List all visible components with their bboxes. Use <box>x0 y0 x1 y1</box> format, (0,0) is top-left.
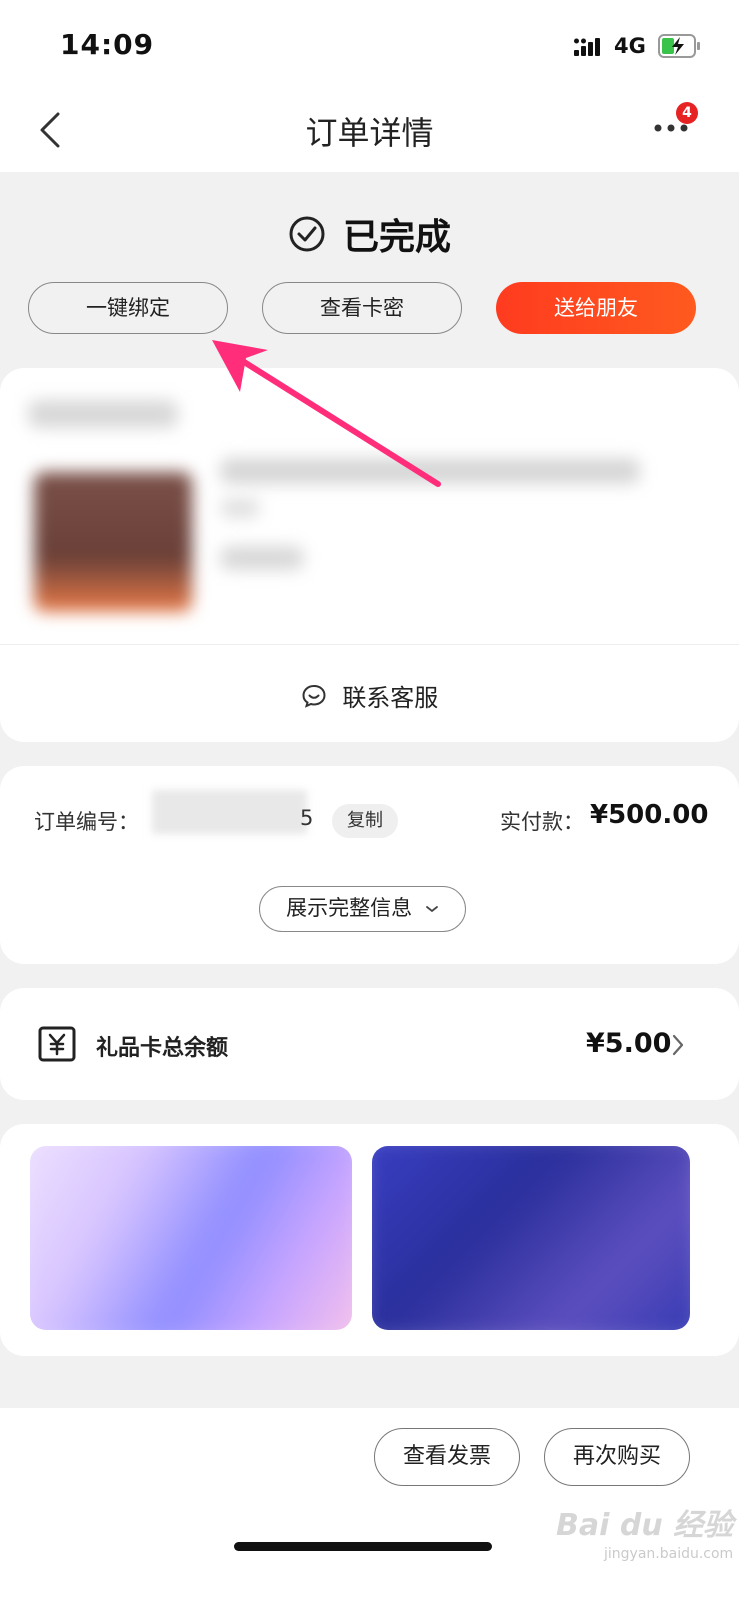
gift-card-label: 礼品卡总余额 <box>96 1036 229 1061</box>
status-bar: 14:09 4G <box>0 0 739 90</box>
battery-charging-icon <box>658 34 700 58</box>
contact-service-label: 联系客服 <box>342 684 439 712</box>
yuan-box-icon <box>38 1026 76 1062</box>
product-image-blurred[interactable] <box>34 472 192 612</box>
chevron-right-icon[interactable] <box>670 1032 686 1058</box>
view-invoice-button[interactable]: 查看发票 <box>374 1428 520 1486</box>
network-type: 4G <box>614 34 646 58</box>
paid-label: 实付款： <box>500 810 584 834</box>
gift-card-balance: ¥5.00 <box>586 1028 672 1059</box>
order-info-card <box>0 766 739 964</box>
page-title: 订单详情 <box>305 114 434 152</box>
product-subtitle-blurred <box>220 498 260 518</box>
product-title-blurred[interactable] <box>220 458 640 484</box>
divider <box>0 644 739 645</box>
order-number-label: 订单编号： <box>34 810 139 834</box>
signal-icon <box>574 38 600 56</box>
rebuy-button[interactable]: 再次购买 <box>544 1428 690 1486</box>
check-circle-icon <box>289 216 325 252</box>
paid-amount: ¥500.00 <box>590 800 709 830</box>
chevron-down-icon <box>425 906 438 913</box>
send-friend-button[interactable]: 送给朋友 <box>496 282 696 334</box>
notification-badge: 4 <box>676 102 698 124</box>
order-number-blurred <box>152 790 307 834</box>
view-card-button[interactable]: 查看卡密 <box>262 282 462 334</box>
order-number-tail: 5 <box>300 806 314 830</box>
expand-info-button[interactable]: 展示完整信息 <box>259 886 466 932</box>
shop-name-blurred <box>28 400 178 428</box>
product-price-blurred <box>220 546 304 570</box>
bind-button[interactable]: 一键绑定 <box>28 282 228 334</box>
watermark-brand: Bai du 经验 <box>556 1508 734 1543</box>
order-status: 已完成 <box>0 208 739 260</box>
status-time: 14:09 <box>60 28 155 61</box>
home-indicator <box>234 1542 492 1551</box>
chat-smile-icon <box>302 684 326 708</box>
promo-banner-left[interactable] <box>30 1146 352 1330</box>
promo-banner-right[interactable] <box>372 1146 690 1330</box>
copy-button[interactable]: 复制 <box>332 804 398 838</box>
order-status-text: 已完成 <box>343 217 452 258</box>
contact-service-link[interactable]: 联系客服 <box>0 678 739 713</box>
watermark-url: jingyan.baidu.com <box>604 1546 734 1562</box>
expand-info-label: 展示完整信息 <box>286 896 413 920</box>
